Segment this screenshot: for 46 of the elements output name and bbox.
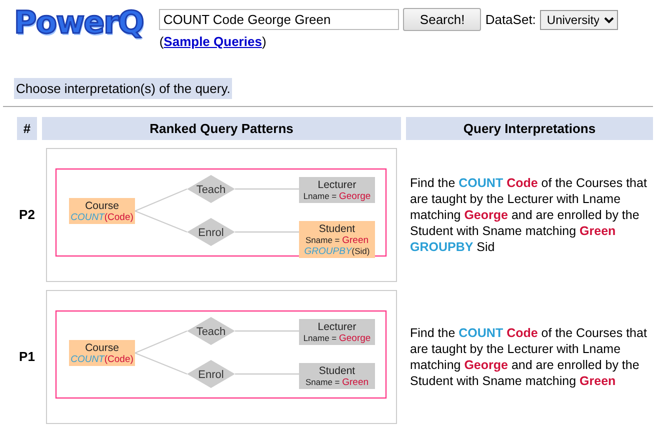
- search-button[interactable]: Search!: [403, 8, 482, 31]
- attribute-label: Lname = George: [303, 333, 371, 344]
- connector-line: [134, 330, 188, 354]
- interpretation-text: Find the COUNT Code of the Courses that are taught by the Lecturer with Lname matching George and are enrolled by the Student with Sname matching Green GROUPBY Sid: [410, 175, 648, 255]
- relationship-label: Enrol: [198, 227, 224, 239]
- rank-label: P1: [18, 348, 36, 366]
- dataset-label: DataSet:: [485, 10, 536, 29]
- entity-name: Lecturer: [318, 179, 356, 191]
- attribute-label: Sname = Green: [305, 377, 369, 388]
- relationship-diamond: [187, 175, 235, 203]
- pattern-card[interactable]: Teach Lecturer Lname = George Enrol Student Sname = Green Course COUNT(Code): [46, 290, 397, 424]
- patterns-header: Ranked Query Patterns: [42, 117, 401, 140]
- entity-name: Course: [85, 200, 119, 212]
- interpretation-text: Find the COUNT Code of the Courses that are taught by the Lecturer with Lname matching George and are enrolled by the Student with Sname matching Green: [410, 325, 648, 389]
- connector-line: [235, 373, 299, 375]
- attribute-label: COUNT(Code): [70, 354, 134, 365]
- connector-line: [134, 188, 188, 212]
- entity-name: Lecturer: [318, 321, 356, 333]
- relationship-diamond: [187, 360, 235, 388]
- relationship-diamond: [187, 218, 235, 246]
- relationship-label: Teach: [196, 326, 226, 338]
- attribute-label: GROUPBY(Sid): [304, 246, 370, 257]
- entity-name: Student: [318, 223, 356, 235]
- connector-line: [235, 231, 299, 233]
- number-header: #: [17, 117, 37, 140]
- rank-label: P2: [18, 206, 36, 224]
- pattern-card[interactable]: Teach Lecturer Lname = George Enrol Student Sname = Green GROUPBY(Sid) Course COUNT(Code): [46, 148, 397, 282]
- parenthesis: ): [262, 34, 266, 49]
- connector-line: [235, 330, 299, 332]
- parenthesis: (: [159, 34, 164, 49]
- attribute-label: Sname = Green: [305, 235, 369, 246]
- interpretations-header: Query Interpretations: [406, 117, 653, 140]
- connector-line: [134, 352, 188, 375]
- connector-line: [134, 210, 188, 233]
- instruction-text: Choose interpretation(s) of the query.: [14, 78, 232, 99]
- entity-name: Course: [85, 342, 119, 354]
- logo[interactable]: PowerQ: [14, 8, 144, 52]
- attribute-label: Lname = George: [303, 191, 371, 202]
- relationship-label: Teach: [196, 184, 226, 196]
- connector-line: [235, 188, 299, 190]
- entity-name: Student: [318, 365, 356, 377]
- relationship-diamond: [187, 317, 235, 345]
- search-field[interactable]: COUNT Code George Green: [159, 9, 400, 30]
- relationship-label: Enrol: [198, 369, 224, 381]
- attribute-label: COUNT(Code): [70, 212, 134, 223]
- sample-queries-link[interactable]: Sample Queries: [164, 34, 262, 49]
